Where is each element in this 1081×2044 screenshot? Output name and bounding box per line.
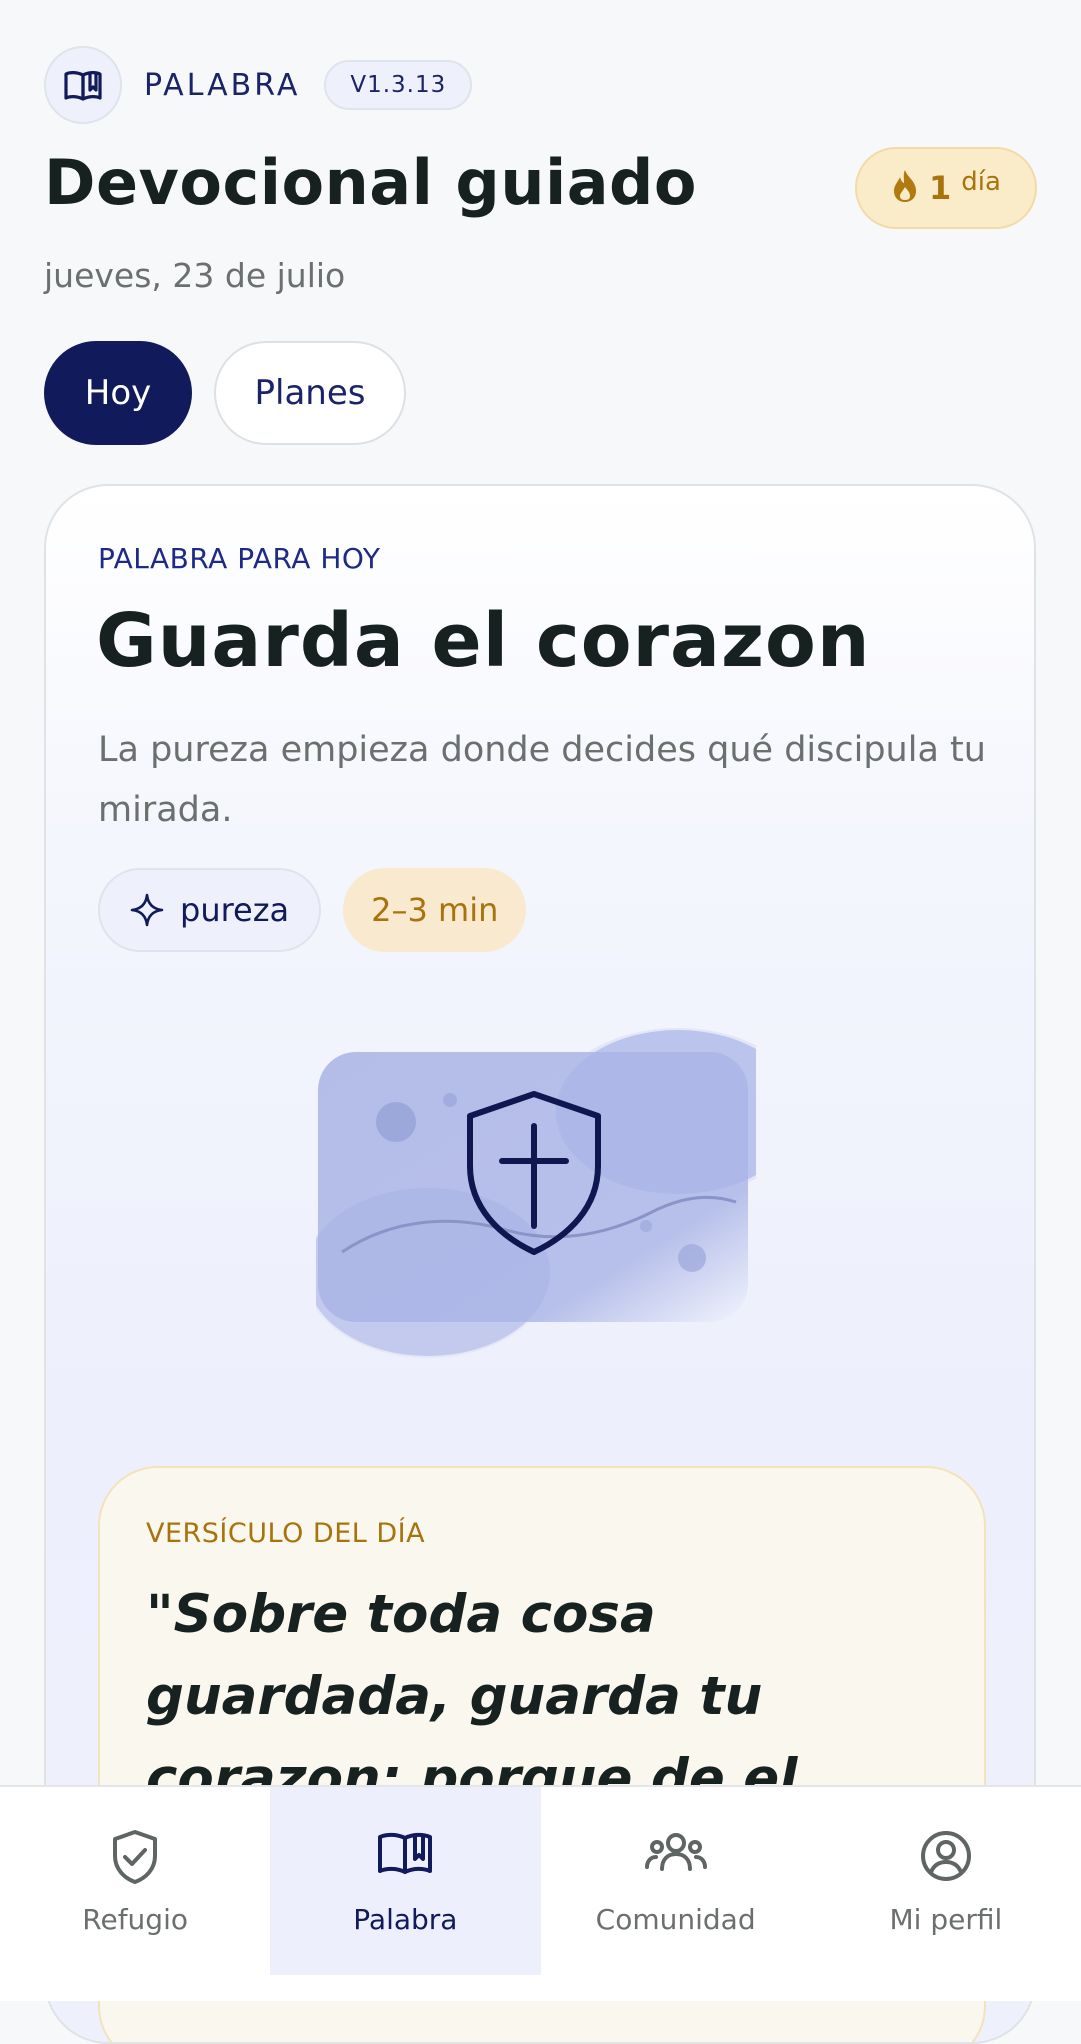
topic-chip[interactable]: pureza [98,868,322,952]
nav-label-refugio: Refugio [82,1903,188,1936]
nav-label-mi-perfil: Mi perfil [889,1903,1003,1936]
devotional-tags: pureza 2–3 min [98,868,527,952]
devotional-title: Guarda el corazon [96,598,871,684]
nav-item-refugio[interactable]: Refugio [0,1787,270,2001]
nav-item-mi-perfil[interactable]: Mi perfil [811,1787,1081,2001]
nav-label-comunidad: Comunidad [595,1903,756,1936]
tab-planes[interactable]: Planes [214,341,406,445]
verse-eyebrow: VERSÍCULO DEL DÍA [146,1518,426,1549]
shield-check-icon [113,1830,158,1884]
topic-chip-label: pureza [180,891,290,929]
nav-item-palabra[interactable]: Palabra [270,1787,541,1975]
book-open-icon [44,46,122,124]
streak-unit: día [961,167,1001,197]
user-circle-icon [920,1831,971,1881]
nav-item-comunidad[interactable]: Comunidad [541,1787,811,2001]
devotional-subtitle: La pureza empieza donde decides qué disc… [98,730,986,830]
streak-count: 1 [929,169,952,207]
duration-chip: 2–3 min [343,868,527,952]
devotional-illustration [304,1026,806,1370]
users-icon [644,1833,707,1871]
bottom-navigation: Refugio Palabra Comunidad Mi perfil [0,1785,1081,2001]
streak-badge[interactable]: 1 día [855,147,1037,229]
nav-label-palabra: Palabra [353,1903,458,1936]
tab-hoy[interactable]: Hoy [44,341,192,445]
date-label: jueves, 23 de julio [44,256,346,295]
sparkle-icon [130,893,164,927]
page-title: Devocional guiado [44,146,698,219]
devotional-eyebrow: PALABRA PARA HOY [98,542,381,575]
version-badge: V1.3.13 [324,60,473,110]
view-tabs: Hoy Planes [44,341,406,445]
app-brand-bar: PALABRA V1.3.13 [44,44,473,126]
brand-name: PALABRA [144,67,301,103]
flame-icon [891,169,919,207]
book-open-icon [378,1832,433,1874]
